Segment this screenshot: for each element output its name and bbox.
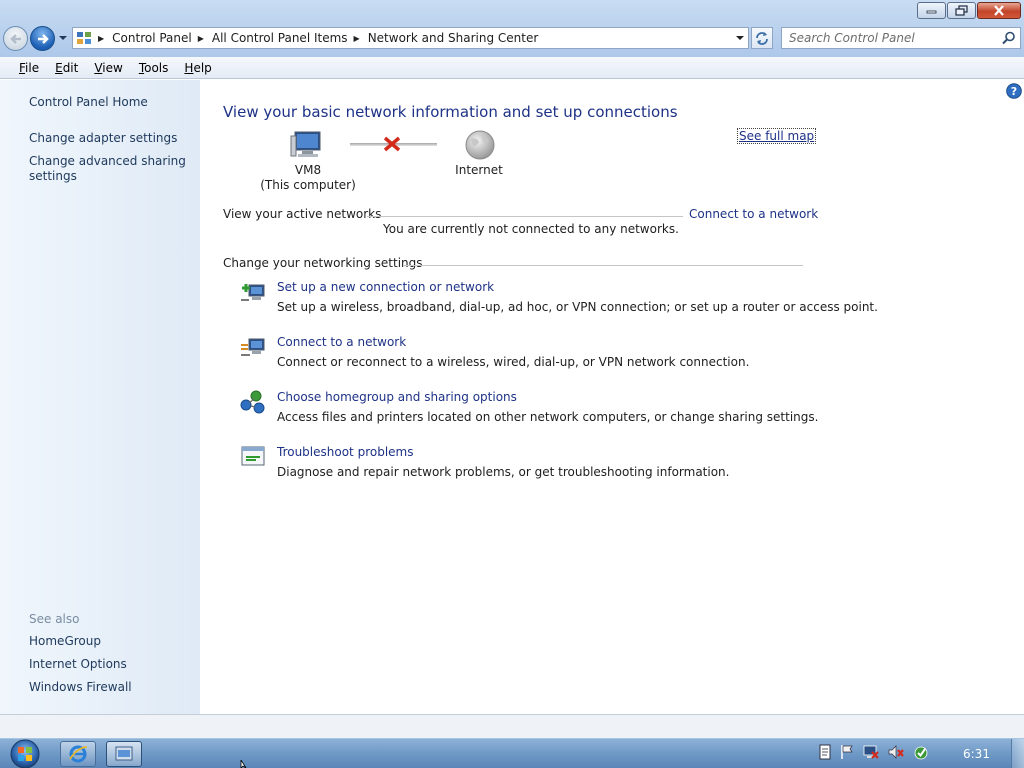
active-networks-heading: View your active networks (223, 207, 382, 221)
menu-help[interactable]: Help (176, 61, 219, 75)
internet-label: Internet (455, 163, 503, 177)
control-panel-icon (77, 32, 91, 44)
computer-icon[interactable] (290, 130, 324, 160)
task-connect-network: Connect to a network Connect or reconnec… (240, 335, 820, 375)
network-disconnected-icon[interactable] (862, 744, 880, 760)
back-arrow-icon (9, 33, 21, 44)
action-center-document-icon[interactable] (818, 744, 832, 760)
main-content: ? View your basic network information an… (200, 80, 1024, 714)
task-new-connection: Set up a new connection or network Set u… (240, 280, 878, 320)
chevron-down-icon[interactable] (735, 34, 745, 42)
breadcrumb-control-panel[interactable]: Control Panel (112, 31, 192, 45)
change-advanced-sharing-link[interactable]: Change advanced sharing settings (29, 154, 186, 184)
svg-text:?: ? (1011, 85, 1017, 98)
taskbar-clock[interactable]: 6:31 (963, 747, 990, 761)
help-icon[interactable]: ? (1006, 83, 1022, 99)
task-link[interactable]: Troubleshoot problems (277, 445, 413, 459)
homegroup-icon[interactable] (240, 390, 266, 414)
search-input[interactable] (789, 31, 999, 45)
change-adapter-settings-link[interactable]: Change adapter settings (29, 131, 177, 146)
flag-icon[interactable] (839, 744, 855, 760)
see-full-map-link[interactable]: See full map (737, 128, 817, 144)
disconnected-x-icon[interactable] (383, 136, 401, 152)
task-link[interactable]: Set up a new connection or network (277, 280, 494, 294)
task-description: Access files and printers located on oth… (277, 410, 819, 424)
page-title: View your basic network information and … (223, 103, 678, 121)
close-icon (994, 5, 1004, 16)
task-link[interactable]: Connect to a network (277, 335, 406, 349)
address-bar[interactable]: ▶ Control Panel ▶ All Control Panel Item… (72, 27, 749, 49)
task-description: Set up a wireless, broadband, dial-up, a… (277, 300, 878, 314)
menu-file[interactable]: File (11, 61, 47, 75)
link-line: settings (29, 169, 77, 183)
not-connected-message: You are currently not connected to any n… (383, 222, 679, 236)
back-button[interactable] (3, 26, 28, 51)
computer-subtitle-label: (This computer) (260, 178, 356, 192)
system-tray (818, 744, 930, 760)
volume-muted-icon[interactable] (887, 744, 905, 760)
start-button-icon[interactable] (6, 739, 44, 768)
new-connection-icon[interactable] (240, 280, 266, 304)
internet-explorer-icon (69, 745, 88, 763)
section-divider (367, 216, 683, 217)
breadcrumb-separator-icon[interactable]: ▶ (98, 34, 104, 43)
menu-view[interactable]: View (86, 61, 130, 75)
breadcrumb-separator-icon[interactable]: ▶ (354, 34, 360, 43)
forward-button[interactable] (30, 26, 55, 51)
task-description: Connect or reconnect to a wireless, wire… (277, 355, 750, 369)
forward-arrow-icon (37, 33, 49, 44)
close-button[interactable] (977, 2, 1021, 19)
change-settings-heading: Change your networking settings (223, 256, 423, 270)
breadcrumb-network-sharing[interactable]: Network and Sharing Center (368, 31, 539, 45)
breadcrumb-separator-icon[interactable]: ▶ (198, 34, 204, 43)
restore-button[interactable] (947, 2, 976, 19)
search-icon[interactable] (1002, 31, 1016, 45)
refresh-button[interactable] (751, 27, 773, 49)
mouse-cursor-icon (240, 760, 247, 768)
task-link[interactable]: Choose homegroup and sharing options (277, 390, 517, 404)
task-homegroup: Choose homegroup and sharing options Acc… (240, 390, 820, 430)
connect-to-network-link[interactable]: Connect to a network (689, 207, 818, 221)
internet-options-link[interactable]: Internet Options (29, 657, 127, 672)
control-panel-home-link[interactable]: Control Panel Home (29, 95, 148, 110)
section-divider (403, 265, 803, 266)
link-line: Change advanced sharing (29, 154, 186, 168)
windows-firewall-link[interactable]: Windows Firewall (29, 680, 132, 695)
refresh-icon (756, 32, 768, 45)
minimize-icon (926, 10, 936, 13)
connect-network-icon[interactable] (240, 335, 266, 359)
menu-edit[interactable]: Edit (47, 61, 86, 75)
menu-bar: File Edit View Tools Help (0, 57, 1024, 79)
status-bar (0, 714, 1024, 738)
security-check-icon[interactable] (912, 744, 930, 760)
window-title-bar: ▶ Control Panel ▶ All Control Panel Item… (0, 0, 1024, 57)
see-also-heading: See also (29, 612, 80, 626)
control-panel-window-icon (115, 746, 133, 761)
internet-globe-icon[interactable] (464, 129, 496, 161)
task-description: Diagnose and repair network problems, or… (277, 465, 730, 479)
computer-name-label: VM8 (294, 163, 322, 177)
breadcrumb-all-items[interactable]: All Control Panel Items (212, 31, 348, 45)
menu-tools[interactable]: Tools (131, 61, 177, 75)
show-desktop-button[interactable] (1011, 739, 1024, 768)
search-box[interactable] (781, 27, 1021, 49)
caption-buttons (917, 2, 1021, 19)
homegroup-link[interactable]: HomeGroup (29, 634, 101, 649)
minimize-button[interactable] (917, 2, 946, 19)
taskbar-internet-explorer-button[interactable] (60, 741, 96, 767)
taskbar: 6:31 (0, 738, 1024, 768)
troubleshoot-icon[interactable] (240, 445, 266, 469)
restore-icon (955, 5, 968, 16)
taskbar-control-panel-button[interactable] (106, 741, 142, 767)
left-navigation-pane: Control Panel Home Change adapter settin… (0, 80, 200, 714)
chevron-down-icon[interactable] (58, 33, 68, 43)
task-troubleshoot: Troubleshoot problems Diagnose and repai… (240, 445, 820, 485)
